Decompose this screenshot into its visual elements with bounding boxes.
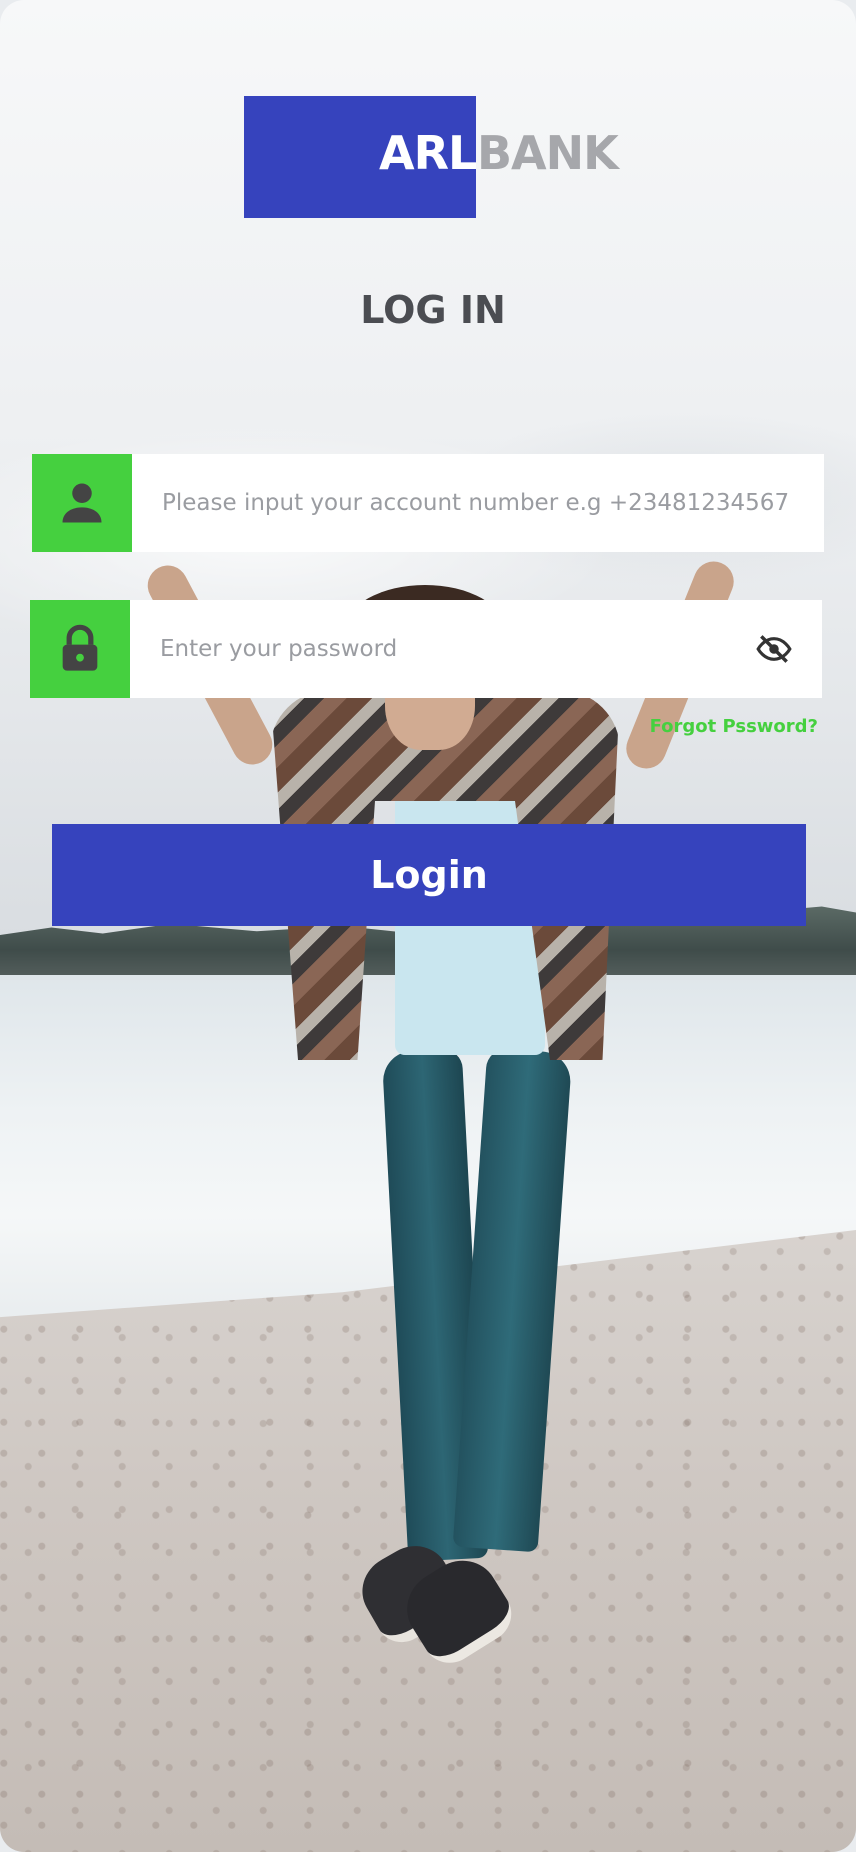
background-photo <box>0 0 856 1852</box>
user-icon <box>32 454 132 552</box>
jumping-person-image <box>0 0 856 1852</box>
eye-off-icon[interactable] <box>744 600 804 698</box>
lock-icon <box>30 600 130 698</box>
login-screen: ARL BANK LOG IN Please input your accoun… <box>0 0 856 1852</box>
page-title: LOG IN <box>360 288 506 332</box>
brand-logo: ARL BANK <box>244 96 619 218</box>
logo-text-bank: BANK <box>477 126 619 180</box>
account-number-field[interactable]: Please input your account number e.g +23… <box>32 454 824 552</box>
account-number-input[interactable]: Please input your account number e.g +23… <box>132 490 824 516</box>
logo-text-arl: ARL <box>379 126 477 180</box>
forgot-password-link[interactable]: Forgot Pssword? <box>650 716 818 737</box>
login-button[interactable]: Login <box>52 824 806 926</box>
password-field[interactable]: Enter your password <box>30 600 822 698</box>
password-input[interactable]: Enter your password <box>130 636 744 662</box>
